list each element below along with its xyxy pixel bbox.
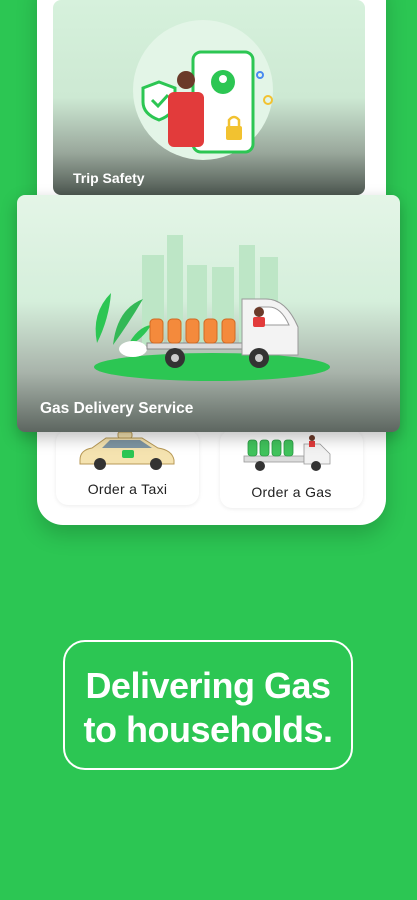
gas-delivery-card[interactable]: Gas Delivery Service: [17, 195, 400, 432]
order-taxi-label: Order a Taxi: [87, 481, 168, 497]
gas-truck-small-icon: [243, 435, 331, 471]
trip-safety-label: Trip Safety: [73, 170, 145, 186]
trip-safety-card[interactable]: Trip Safety: [53, 0, 365, 195]
order-taxi-tile[interactable]: Order a Taxi: [56, 430, 199, 505]
tagline-line-1: Delivering Gas: [85, 665, 331, 706]
tagline-line-2: to households.: [83, 709, 334, 750]
gas-delivery-label: Gas Delivery Service: [40, 400, 194, 417]
trip-safety-illustration-icon: [133, 20, 273, 160]
tagline-box: Delivering Gas to households.: [63, 640, 353, 770]
order-gas-label: Order a Gas: [251, 484, 332, 500]
order-gas-tile[interactable]: Order a Gas: [220, 430, 363, 508]
gas-truck-icon: [94, 235, 330, 381]
taxi-icon: [79, 431, 175, 470]
